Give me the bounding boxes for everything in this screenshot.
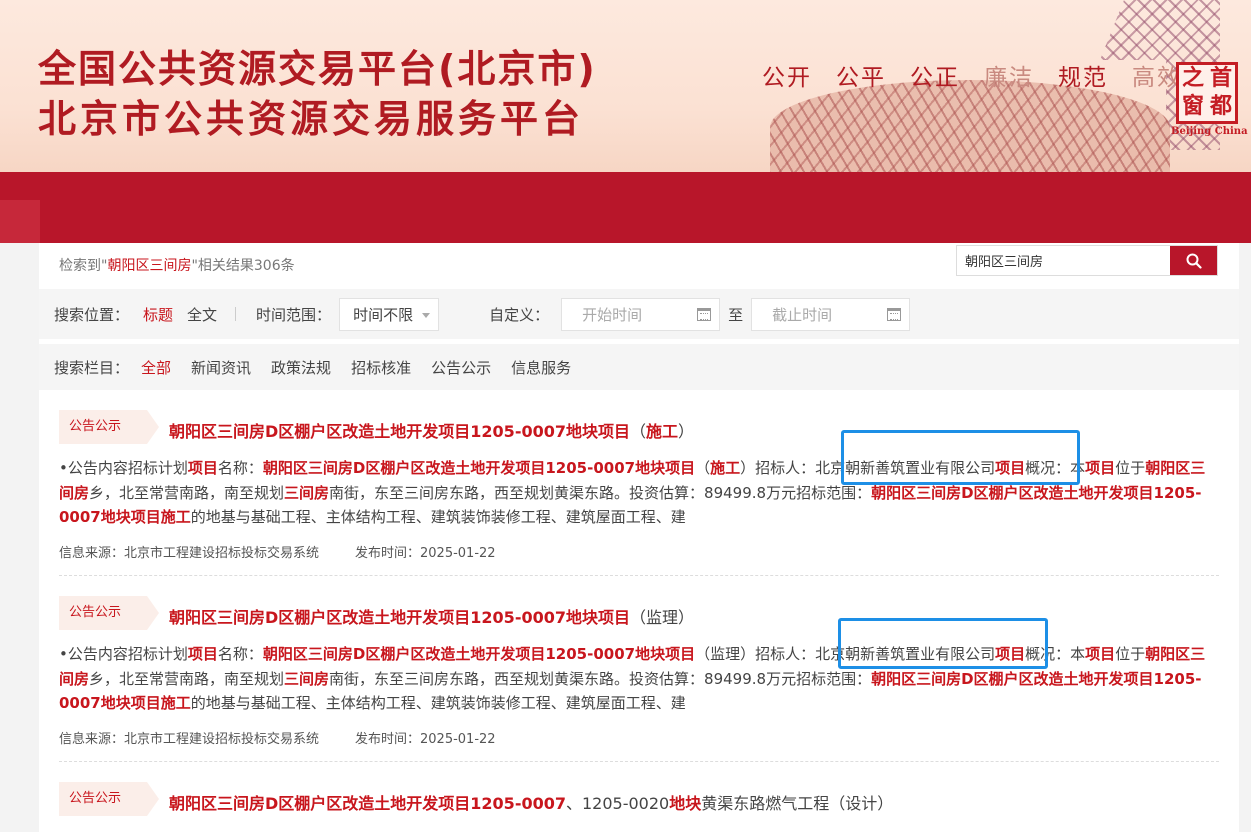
end-date-input[interactable]: 截止时间 <box>751 297 911 331</box>
column-option-news[interactable]: 新闻资讯 <box>191 357 251 378</box>
end-date-placeholder: 截止时间 <box>772 305 833 324</box>
motto-item: 公平 <box>836 65 886 91</box>
result-meta: 信息来源：北京市工程建设招标投标交易系统 发布时间：2025-01-22 <box>59 542 496 561</box>
result-title-link[interactable]: 朝阳区三间房D区棚户区改造土地开发项目1205-0007、1205-0020地块… <box>169 790 893 814</box>
time-range-label: 时间范围： <box>256 305 332 324</box>
result-date: 发布时间：2025-01-22 <box>355 732 496 747</box>
result-title-suffix: 监理 <box>646 608 679 627</box>
result-title-main: 朝阳区三间房D区棚户区改造土地开发项目1205-0007 <box>169 794 566 813</box>
header-red-band-edge <box>0 200 40 243</box>
seal-char: 之 <box>1181 66 1204 91</box>
result-snippet: •公告内容招标计划项目名称：朝阳区三间房D区棚户区改造土地开发项目1205-00… <box>59 645 1206 712</box>
birds-nest-stadium-graphic <box>770 80 1170 175</box>
filter-row-columns: 搜索栏目： 全部 新闻资讯 政策法规 招标核准 公告公示 信息服务 <box>39 344 1239 390</box>
result-title-part: 、1205-0020 <box>566 794 670 813</box>
result-date: 发布时间：2025-01-22 <box>355 546 496 561</box>
divider <box>235 307 237 321</box>
result-source: 信息来源：北京市工程建设招标投标交易系统 <box>59 546 320 561</box>
site-title-line2: 北京市公共资源交易服务平台 <box>38 97 585 141</box>
result-snippet: •公告内容招标计划项目名称：朝阳区三间房D区棚户区改造土地开发项目1205-00… <box>59 459 1206 526</box>
category-tag: 公告公示 <box>59 596 159 630</box>
time-range-value: 时间不限 <box>353 305 414 324</box>
site-title-line1: 全国公共资源交易平台(北京市) <box>38 47 597 91</box>
search-results-panel: 检索到"朝阳区三间房"相关结果306条 搜索位置： 标题 全文 时间范围： 时间… <box>39 243 1239 832</box>
site-header: 全国公共资源交易平台(北京市) 北京市公共资源交易服务平台 公开 公平 公正 廉… <box>0 0 1251 243</box>
motto-item: 高效 <box>1132 65 1182 91</box>
search-icon <box>1186 253 1202 269</box>
position-option-fulltext[interactable]: 全文 <box>187 304 217 325</box>
result-item: 公告公示 朝阳区三间房D区棚户区改造土地开发项目1205-0007地块项目（监理… <box>39 596 1239 764</box>
motto-item: 廉洁 <box>984 65 1034 91</box>
result-count: 检索到"朝阳区三间房"相关结果306条 <box>59 255 295 275</box>
time-range-select[interactable]: 时间不限 <box>339 297 440 331</box>
result-title-part: 黄渠东路燃气工程（设计） <box>701 794 894 813</box>
title-paren: （ <box>630 608 647 627</box>
result-item: 公告公示 朝阳区三间房D区棚户区改造土地开发项目1205-0007地块项目（施工… <box>39 410 1239 578</box>
result-title-link[interactable]: 朝阳区三间房D区棚户区改造土地开发项目1205-0007地块项目（监理） <box>169 604 694 628</box>
start-date-placeholder: 开始时间 <box>582 305 643 324</box>
seal-caption: Beijing China <box>1171 126 1248 137</box>
result-title-link[interactable]: 朝阳区三间房D区棚户区改造土地开发项目1205-0007地块项目（施工） <box>169 418 694 442</box>
motto-item: 规范 <box>1058 65 1108 91</box>
result-divider <box>59 761 1219 762</box>
search-box <box>956 245 1218 276</box>
result-title-main: 朝阳区三间房D区棚户区改造土地开发项目1205-0007地块项目 <box>169 608 630 627</box>
motto-item: 公正 <box>910 65 960 91</box>
result-source: 信息来源：北京市工程建设招标投标交易系统 <box>59 732 320 747</box>
title-paren: ） <box>678 422 695 441</box>
capital-window-seal-logo: 之 首 窗 都 <box>1176 62 1238 124</box>
motto-list: 公开 公平 公正 廉洁 规范 高效 <box>762 58 1182 92</box>
result-keyword: 朝阳区三间房 <box>107 258 192 274</box>
filter-row-position-time: 搜索位置： 标题 全文 时间范围： 时间不限 自定义： 开始时间 至 截止时间 <box>39 289 1239 339</box>
start-date-input[interactable]: 开始时间 <box>561 297 721 331</box>
motto-item: 公开 <box>762 65 812 91</box>
result-meta: 信息来源：北京市工程建设招标投标交易系统 发布时间：2025-01-22 <box>59 728 496 747</box>
position-option-title[interactable]: 标题 <box>143 304 173 325</box>
search-position-label: 搜索位置： <box>54 305 130 324</box>
title-paren: ） <box>678 608 695 627</box>
result-divider <box>59 575 1219 576</box>
seal-char: 首 <box>1209 66 1232 91</box>
custom-range-label: 自定义： <box>489 305 550 324</box>
search-input[interactable] <box>957 246 1170 275</box>
result-item: 公告公示 朝阳区三间房D区棚户区改造土地开发项目1205-0007、1205-0… <box>39 782 1239 832</box>
category-tag: 公告公示 <box>59 782 159 816</box>
search-button[interactable] <box>1170 246 1217 275</box>
range-to-label: 至 <box>728 305 744 324</box>
seal-char: 都 <box>1209 94 1232 119</box>
header-red-band <box>0 172 1251 243</box>
column-option-policy[interactable]: 政策法规 <box>271 357 331 378</box>
column-option-all[interactable]: 全部 <box>141 357 171 378</box>
result-title-main: 朝阳区三间房D区棚户区改造土地开发项目1205-0007地块项目 <box>169 422 630 441</box>
column-option-info-service[interactable]: 信息服务 <box>511 357 571 378</box>
result-title-part: 地块 <box>669 794 702 813</box>
result-count-prefix: 检索到" <box>59 258 108 274</box>
calendar-icon <box>887 307 902 321</box>
result-title-suffix: 施工 <box>646 422 679 441</box>
category-tag: 公告公示 <box>59 410 159 444</box>
chevron-down-icon <box>422 312 431 318</box>
column-option-announcements[interactable]: 公告公示 <box>431 357 491 378</box>
seal-char: 窗 <box>1181 94 1204 119</box>
calendar-icon <box>697 307 712 321</box>
column-option-bidding-approval[interactable]: 招标核准 <box>351 357 411 378</box>
result-count-suffix: "相关结果306条 <box>191 258 295 274</box>
title-paren: （ <box>630 422 647 441</box>
search-column-label: 搜索栏目： <box>54 358 130 377</box>
